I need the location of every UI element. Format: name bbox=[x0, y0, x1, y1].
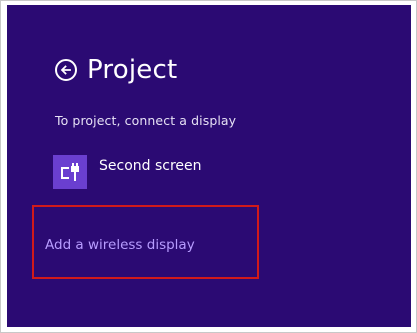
instruction-text: To project, connect a display bbox=[55, 113, 237, 128]
project-pane: Project To project, connect a display Se… bbox=[7, 5, 411, 327]
second-screen-tile bbox=[53, 155, 87, 189]
back-button[interactable] bbox=[55, 59, 77, 81]
page-title: Project bbox=[87, 55, 178, 85]
add-wireless-display-link[interactable]: Add a wireless display bbox=[45, 237, 195, 253]
screenshot-frame: Project To project, connect a display Se… bbox=[0, 0, 417, 333]
second-screen-option[interactable]: Second screen bbox=[53, 155, 202, 189]
second-screen-label: Second screen bbox=[99, 158, 202, 174]
back-arrow-icon bbox=[60, 65, 71, 75]
second-screen-icon bbox=[61, 163, 79, 181]
pane-header: Project bbox=[55, 54, 177, 86]
